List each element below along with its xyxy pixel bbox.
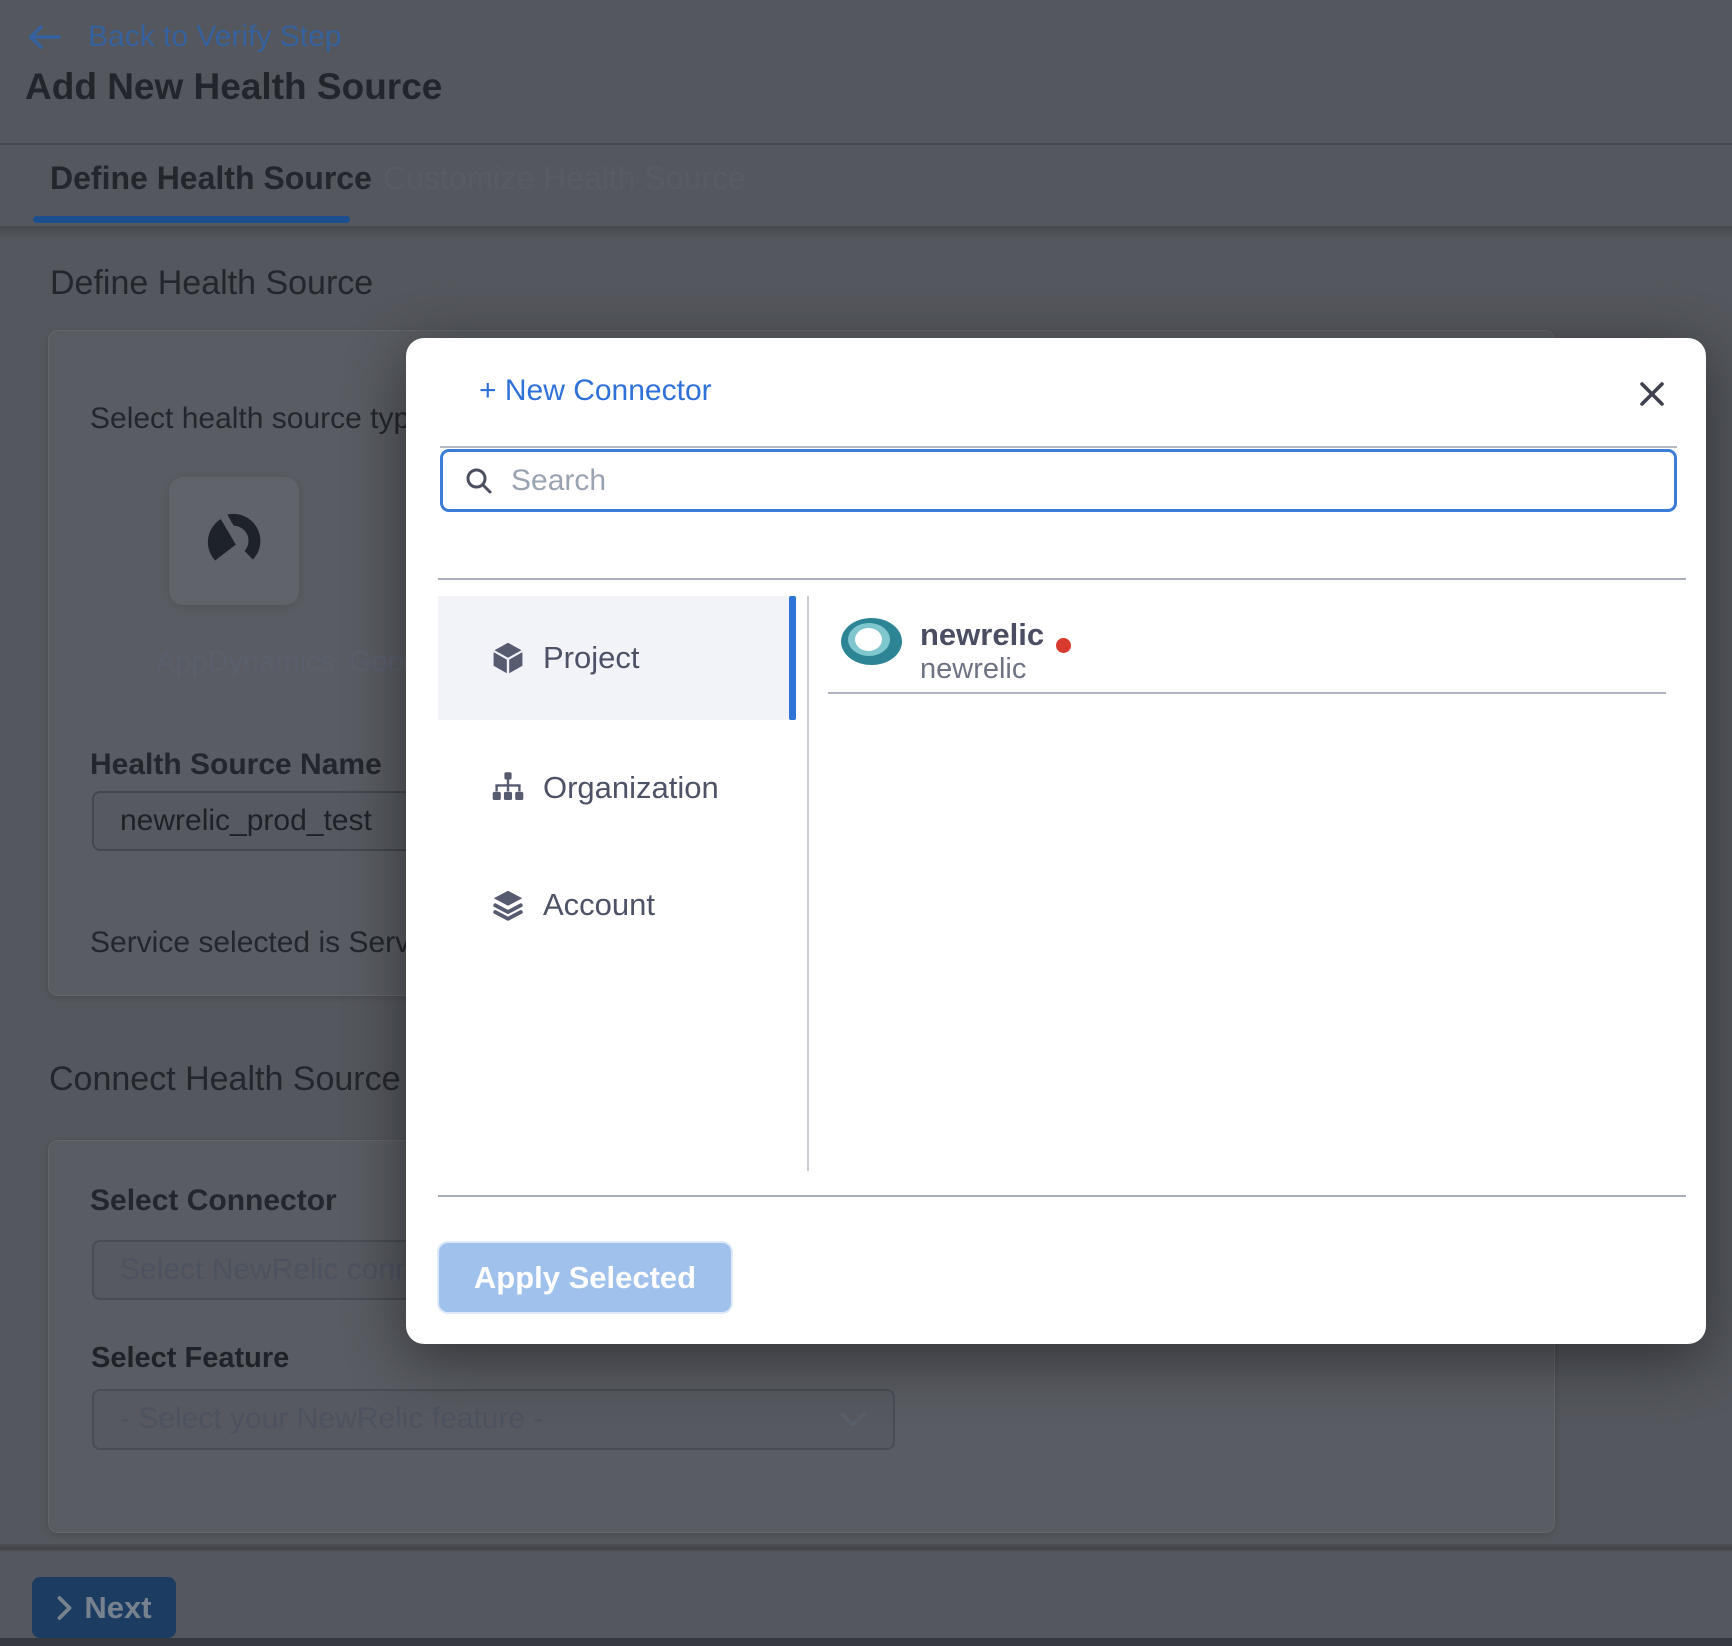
search-icon [463, 465, 495, 497]
header-divider [0, 143, 1732, 145]
feature-select-dropdown[interactable]: - Select your NewRelic feature - [92, 1389, 895, 1450]
scope-tab-organization[interactable]: Organization [438, 734, 796, 842]
next-button[interactable]: Next [32, 1577, 176, 1638]
connect-section-heading: Connect Health Source [49, 1060, 401, 1099]
scope-tab-label: Project [543, 640, 639, 676]
active-scope-indicator [789, 596, 796, 720]
org-chart-icon [490, 770, 526, 806]
newrelic-logo-icon [841, 618, 902, 665]
search-hairline [440, 446, 1677, 448]
close-button[interactable] [1626, 368, 1678, 420]
tab-customize-health-source[interactable]: Customize Health Source [383, 160, 746, 197]
connector-name: newrelic [920, 617, 1044, 653]
connector-id: newrelic [920, 653, 1026, 686]
layers-icon [490, 887, 526, 923]
content-top-divider [438, 578, 1686, 580]
appdynamics-icon [198, 505, 270, 577]
health-source-name-label: Health Source Name [90, 748, 382, 783]
footer-divider [0, 1544, 1732, 1552]
status-dot [1056, 638, 1071, 653]
back-link[interactable]: Back to Verify Step [26, 20, 341, 55]
scope-tab-project[interactable]: Project [438, 596, 796, 720]
search-box[interactable] [440, 449, 1677, 512]
chevron-down-icon [839, 1411, 867, 1428]
back-arrow-icon [26, 23, 62, 51]
define-section-heading: Define Health Source [50, 264, 373, 303]
scope-tab-label: Account [543, 887, 655, 923]
scope-tab-label: Organization [543, 770, 719, 806]
connector-select-modal: + New Connector Project [406, 338, 1706, 1344]
bottom-strip [0, 1638, 1732, 1646]
feature-select-placeholder: - Select your NewRelic feature - [120, 1402, 544, 1437]
active-tab-underline [33, 216, 350, 223]
new-connector-link[interactable]: + New Connector [479, 374, 712, 409]
tab-define-health-source[interactable]: Define Health Source [50, 160, 372, 197]
close-icon [1635, 377, 1669, 411]
search-input[interactable] [511, 464, 1654, 498]
source-type-label-appdynamics[interactable]: AppDynamics [156, 646, 335, 679]
scope-tab-account[interactable]: Account [438, 851, 796, 959]
next-button-label: Next [84, 1590, 151, 1626]
header-shadow [0, 226, 1732, 238]
connector-list-item-newrelic[interactable]: newrelic newrelic [828, 600, 1672, 692]
cube-icon [490, 640, 526, 676]
apply-section-divider [438, 1195, 1686, 1197]
apply-selected-button[interactable]: Apply Selected [439, 1243, 731, 1312]
connector-item-divider [828, 692, 1666, 694]
select-feature-label: Select Feature [91, 1342, 289, 1375]
select-connector-label: Select Connector [90, 1184, 337, 1219]
select-type-label: Select health source type [90, 402, 427, 437]
chevron-right-icon [56, 1595, 73, 1621]
scope-list-separator [807, 596, 809, 1171]
appdynamics-tile[interactable] [169, 477, 299, 605]
page-title: Add New Health Source [25, 66, 442, 109]
back-link-label: Back to Verify Step [88, 20, 341, 55]
